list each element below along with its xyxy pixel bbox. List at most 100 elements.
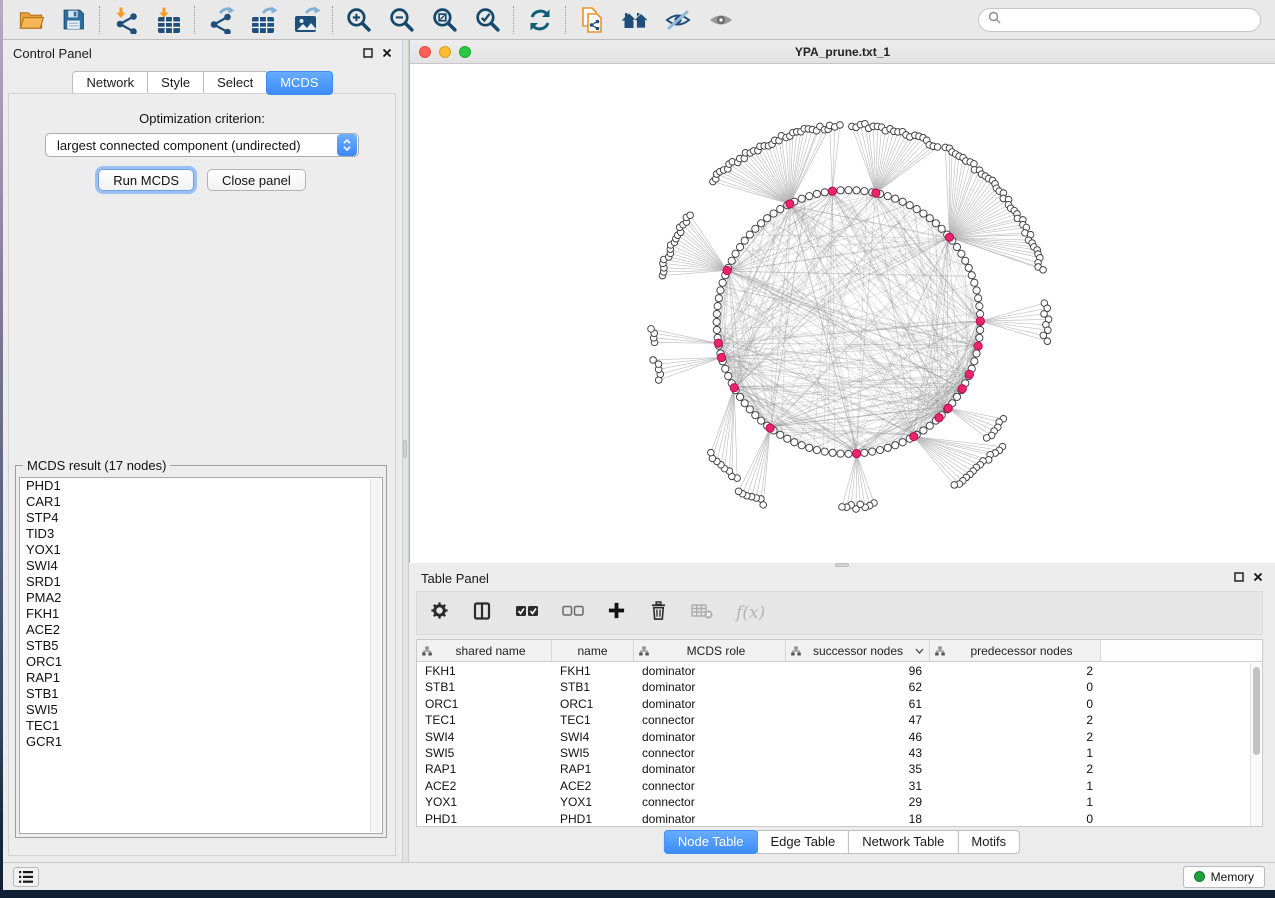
import-table-icon[interactable] xyxy=(147,0,190,40)
open-file-icon[interactable] xyxy=(9,0,52,40)
tab-network-table[interactable]: Network Table xyxy=(848,830,958,854)
list-item[interactable]: PHD1 xyxy=(20,478,382,494)
task-history-button[interactable] xyxy=(13,867,39,887)
unselect-all-columns-icon[interactable] xyxy=(562,604,584,622)
import-network-icon[interactable] xyxy=(104,0,147,40)
list-item[interactable]: STB1 xyxy=(20,686,382,702)
duplicate-network-icon[interactable] xyxy=(570,0,613,40)
cell-name: YOX1 xyxy=(552,794,634,810)
mcds-result-list[interactable]: PHD1 CAR1 STP4 TID3 YOX1 SWI4 SRD1 PMA2 … xyxy=(19,477,383,834)
cell-shared-name: PHD1 xyxy=(417,811,552,826)
add-column-icon[interactable] xyxy=(607,601,626,625)
column-header-successor-nodes[interactable]: successor nodes xyxy=(786,640,930,661)
list-item[interactable]: STP4 xyxy=(20,510,382,526)
cell-predecessor-nodes: 2 xyxy=(930,663,1101,679)
list-item[interactable]: YOX1 xyxy=(20,542,382,558)
show-columns-icon[interactable] xyxy=(472,601,492,626)
cell-successor-nodes: 43 xyxy=(786,745,930,761)
refresh-layout-icon[interactable] xyxy=(518,0,561,40)
table-row[interactable]: SWI4 SWI4 dominator 46 2 xyxy=(417,729,1250,745)
toolbar-divider xyxy=(194,6,195,34)
memory-label: Memory xyxy=(1211,870,1254,884)
list-scrollbar[interactable] xyxy=(370,479,381,832)
column-header-predecessor-nodes[interactable]: predecessor nodes xyxy=(930,640,1101,661)
search-icon xyxy=(988,11,1001,29)
network-canvas[interactable] xyxy=(410,64,1275,563)
cell-successor-nodes: 47 xyxy=(786,712,930,728)
cell-shared-name: ORC1 xyxy=(417,696,552,712)
vertical-splitter[interactable] xyxy=(402,40,409,862)
close-panel-icon[interactable] xyxy=(1253,569,1263,587)
zoom-selected-icon[interactable] xyxy=(466,0,509,40)
cell-successor-nodes: 62 xyxy=(786,679,930,695)
run-mcds-button[interactable]: Run MCDS xyxy=(98,169,194,191)
list-item[interactable]: RAP1 xyxy=(20,670,382,686)
zoom-in-icon[interactable] xyxy=(337,0,380,40)
table-row[interactable]: YOX1 YOX1 connector 29 1 xyxy=(417,794,1250,810)
table-row[interactable]: TEC1 TEC1 connector 47 2 xyxy=(417,712,1250,728)
float-panel-icon[interactable] xyxy=(363,45,373,63)
table-row[interactable]: ORC1 ORC1 dominator 61 0 xyxy=(417,696,1250,712)
table-options-icon[interactable] xyxy=(430,601,449,625)
list-item[interactable]: SWI5 xyxy=(20,702,382,718)
table-scrollbar[interactable] xyxy=(1250,663,1262,826)
cell-mcds-role: connector xyxy=(634,712,786,728)
network-graph[interactable] xyxy=(410,64,1275,563)
function-builder-icon: f(x) xyxy=(736,603,765,623)
list-item[interactable]: ACE2 xyxy=(20,622,382,638)
table-row[interactable]: SWI5 SWI5 connector 43 1 xyxy=(417,745,1250,761)
first-neighbors-icon[interactable] xyxy=(613,0,656,40)
export-network-icon[interactable] xyxy=(199,0,242,40)
list-item[interactable]: FKH1 xyxy=(20,606,382,622)
criterion-select[interactable]: largest connected component (undirected) xyxy=(45,133,359,157)
list-item[interactable]: ORC1 xyxy=(20,654,382,670)
list-item[interactable]: STB5 xyxy=(20,638,382,654)
zoom-out-icon[interactable] xyxy=(380,0,423,40)
hide-selected-icon[interactable] xyxy=(656,0,699,40)
tab-mcds[interactable]: MCDS xyxy=(266,71,332,95)
show-all-icon[interactable] xyxy=(699,0,742,40)
cell-successor-nodes: 31 xyxy=(786,778,930,794)
tab-select[interactable]: Select xyxy=(203,71,267,95)
list-item[interactable]: GCR1 xyxy=(20,734,382,750)
column-header-name[interactable]: name xyxy=(552,640,634,661)
network-search-box[interactable] xyxy=(978,8,1261,32)
list-item[interactable]: TID3 xyxy=(20,526,382,542)
tab-edge-table[interactable]: Edge Table xyxy=(756,830,849,854)
memory-status-icon xyxy=(1194,871,1205,882)
zoom-fit-icon[interactable] xyxy=(423,0,466,40)
table-header-row: shared name name MCDS role s xyxy=(417,640,1262,662)
tab-network[interactable]: Network xyxy=(72,71,148,95)
cytoscape-window: Control Panel Network Style Select MCD xyxy=(3,0,1275,890)
cell-successor-nodes: 35 xyxy=(786,761,930,777)
list-item[interactable]: SWI4 xyxy=(20,558,382,574)
tab-motifs[interactable]: Motifs xyxy=(957,830,1020,854)
save-session-icon[interactable] xyxy=(52,0,95,40)
search-input[interactable] xyxy=(1007,10,1260,30)
network-window-titlebar[interactable]: YPA_prune.txt_1 xyxy=(410,40,1275,64)
column-header-shared-name[interactable]: shared name xyxy=(417,640,552,661)
column-header-mcds-role[interactable]: MCDS role xyxy=(634,640,786,661)
delete-column-icon[interactable] xyxy=(649,601,668,625)
toolbar-divider xyxy=(332,6,333,34)
table-row[interactable]: PHD1 PHD1 dominator 18 0 xyxy=(417,811,1250,826)
select-all-columns-icon[interactable] xyxy=(515,604,539,623)
export-table-icon[interactable] xyxy=(242,0,285,40)
scrollbar-thumb[interactable] xyxy=(1253,667,1260,755)
tab-style[interactable]: Style xyxy=(147,71,204,95)
close-panel-button[interactable]: Close panel xyxy=(207,169,306,191)
memory-button[interactable]: Memory xyxy=(1183,866,1265,888)
close-panel-icon[interactable] xyxy=(382,45,392,63)
table-row[interactable]: RAP1 RAP1 dominator 35 2 xyxy=(417,761,1250,777)
list-item[interactable]: PMA2 xyxy=(20,590,382,606)
table-row[interactable]: FKH1 FKH1 dominator 96 2 xyxy=(417,663,1250,679)
list-item[interactable]: CAR1 xyxy=(20,494,382,510)
list-item[interactable]: TEC1 xyxy=(20,718,382,734)
table-row[interactable]: ACE2 ACE2 connector 31 1 xyxy=(417,778,1250,794)
list-item[interactable]: SRD1 xyxy=(20,574,382,590)
table-row[interactable]: STB1 STB1 dominator 62 0 xyxy=(417,679,1250,695)
float-panel-icon[interactable] xyxy=(1234,569,1244,587)
cell-successor-nodes: 61 xyxy=(786,696,930,712)
export-image-icon[interactable] xyxy=(285,0,328,40)
tab-node-table[interactable]: Node Table xyxy=(664,830,758,854)
